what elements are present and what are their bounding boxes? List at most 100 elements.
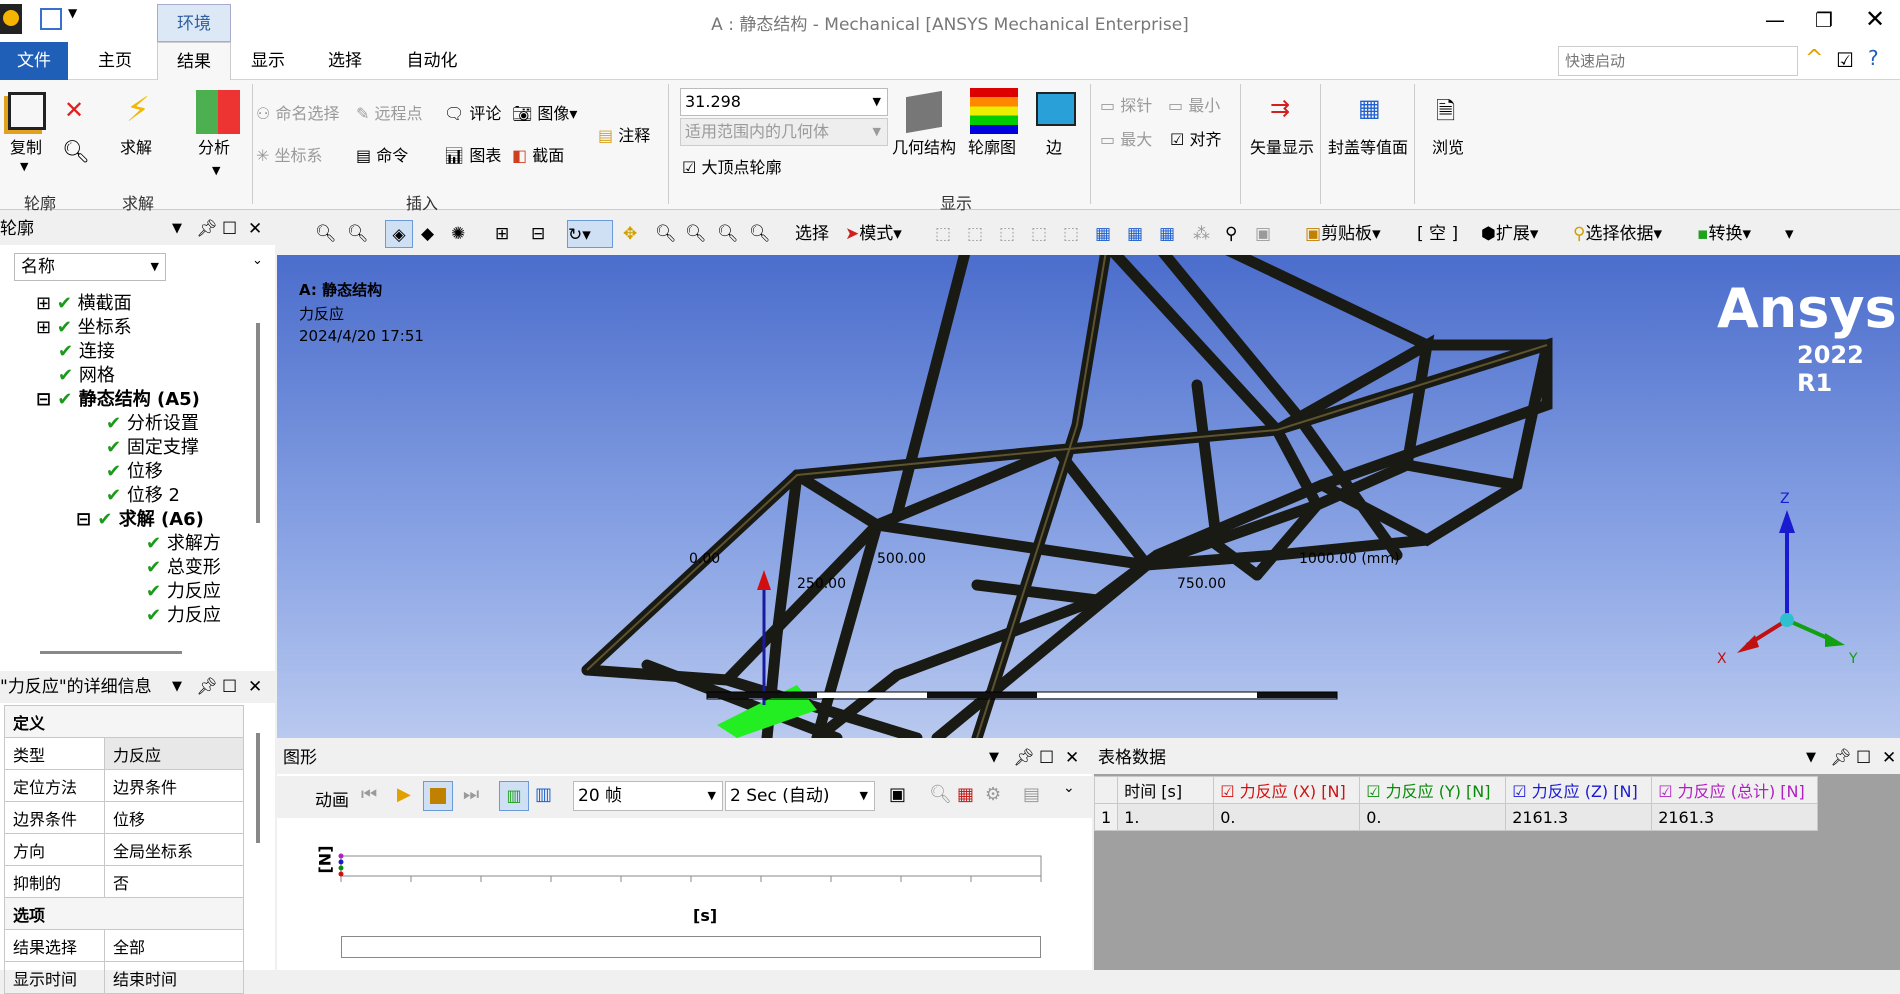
zoom-icon[interactable]: 🔍︎: [655, 220, 677, 248]
tree-item-solution-info[interactable]: ✔ 求解方: [146, 529, 246, 555]
command-button[interactable]: ▤ 命令: [356, 142, 408, 166]
quick-launch-input[interactable]: [1558, 46, 1798, 76]
element-select-icon[interactable]: ▦: [1095, 220, 1111, 248]
maximize-panel-icon[interactable]: ☐: [222, 671, 237, 703]
copy-button[interactable]: 复制: [10, 134, 42, 158]
browse-button[interactable]: 浏览: [1432, 134, 1464, 158]
capped-isosurface-button[interactable]: 封盖等值面: [1328, 134, 1408, 158]
tab-display[interactable]: 显示: [236, 42, 300, 80]
play-icon[interactable]: ▶: [397, 784, 411, 805]
align-checkbox[interactable]: ☑ 对齐: [1170, 126, 1221, 150]
color-scale-icon[interactable]: ▦: [957, 784, 974, 805]
max-vertex-contour-checkbox[interactable]: ☑ 大顶点轮廓: [682, 154, 781, 178]
named-selection-button[interactable]: ⚇ 命名选择: [256, 100, 339, 124]
result-frames-icon[interactable]: ▥: [535, 784, 552, 805]
vertex-select-icon[interactable]: ⬚: [935, 220, 951, 248]
details-value[interactable]: 否: [104, 865, 244, 898]
restore-button[interactable]: ❐: [1815, 8, 1833, 32]
scale-factor-select[interactable]: 31.298 ▼: [680, 88, 888, 116]
outline-filter-select[interactable]: 名称 ▼: [14, 253, 166, 281]
comment-button[interactable]: 🗨︎ 评论: [444, 100, 501, 124]
tree-item-cross-sections[interactable]: ⊞ ✔ 横截面: [36, 289, 132, 315]
edge-button[interactable]: 边: [1046, 134, 1062, 158]
tree-item-mesh[interactable]: ✔ 网格: [58, 361, 115, 387]
details-value[interactable]: 位移: [104, 801, 244, 834]
tree-item-total-deformation[interactable]: ✔ 总变形: [146, 553, 246, 579]
maximize-panel-icon[interactable]: ☐: [1856, 742, 1871, 774]
timeline-bar[interactable]: [341, 936, 1041, 958]
tab-automation[interactable]: 自动化: [392, 42, 472, 80]
geometry-scope-select[interactable]: 适用范围内的几何体 ▼: [680, 118, 888, 146]
stop-button[interactable]: [423, 781, 453, 811]
zoom-out-icon[interactable]: 🔍︎: [347, 220, 369, 248]
pin-icon[interactable]: 📌︎: [1830, 742, 1852, 774]
tree-item-fixed-support[interactable]: ✔ 固定支撑: [106, 433, 199, 459]
annotation-button[interactable]: ▤ 注释: [598, 122, 650, 146]
box-zoom-icon[interactable]: ⊞: [495, 220, 509, 248]
zoom-box-icon[interactable]: 🔍︎: [685, 220, 707, 248]
image-button[interactable]: 📷︎ 图像▾: [512, 100, 577, 124]
panel-menu-icon[interactable]: ▼: [172, 671, 182, 703]
details-scrollbar[interactable]: [256, 733, 260, 843]
shaded-icon[interactable]: ◆: [421, 220, 434, 248]
duration-select[interactable]: 2 Sec (自动) ▼: [725, 781, 875, 811]
select-button[interactable]: 选择: [795, 220, 829, 248]
analysis-dropdown-icon[interactable]: ▼: [212, 164, 220, 177]
table-cell[interactable]: 0.: [1213, 803, 1361, 831]
tab-select[interactable]: 选择: [310, 42, 380, 80]
tree-item-analysis-settings[interactable]: ✔ 分析设置: [106, 409, 199, 435]
details-value[interactable]: 力反应: [104, 737, 244, 770]
rotate-icon[interactable]: ↻▾: [567, 220, 613, 248]
column-header-force-x[interactable]: ☑ 力反应 (X) [N]: [1213, 776, 1361, 804]
pin-icon[interactable]: 📌︎: [196, 671, 218, 703]
remote-point-button[interactable]: ✎ 远程点: [356, 100, 423, 124]
face-select-icon[interactable]: ⬚: [999, 220, 1015, 248]
table-row[interactable]: 1 1. 0. 0. 2161.3 2161.3: [1093, 803, 1819, 831]
pin-icon[interactable]: 📌︎: [1013, 742, 1035, 774]
help-icon[interactable]: ?: [1868, 46, 1879, 70]
details-value[interactable]: 边界条件: [104, 769, 244, 802]
select-by-button[interactable]: ⚲选择依据▾: [1573, 220, 1662, 248]
body-select-icon[interactable]: ⬚: [1031, 220, 1047, 248]
solve-button[interactable]: 求解: [120, 134, 152, 158]
coord-system-button[interactable]: ✳ 坐标系: [256, 142, 323, 166]
section-button[interactable]: ◧ 截面: [512, 142, 564, 166]
panel-menu-icon[interactable]: ▼: [989, 742, 999, 774]
close-panel-icon[interactable]: ✕: [248, 671, 262, 703]
column-header-force-z[interactable]: ☑ 力反应 (Z) [N]: [1505, 776, 1653, 804]
extend-select-icon[interactable]: ⁂: [1193, 220, 1210, 248]
panel-menu-icon[interactable]: ▼: [1806, 742, 1816, 774]
frames-select[interactable]: 20 帧 ▼: [573, 781, 723, 811]
tree-item-connections[interactable]: ✔ 连接: [58, 337, 115, 363]
vector-display-icon[interactable]: ⇉: [1270, 94, 1290, 122]
capped-isosurface-icon[interactable]: ▦: [1358, 94, 1381, 122]
zoom-graph-icon[interactable]: 🔍︎: [929, 784, 952, 805]
close-button[interactable]: ✕: [1865, 5, 1885, 33]
export-video-icon[interactable]: ▣: [889, 784, 906, 805]
search-icon[interactable]: 🔍︎: [62, 140, 90, 165]
copy-icon[interactable]: [8, 92, 46, 130]
probe-button[interactable]: ▭ 探针: [1100, 92, 1152, 116]
min-button[interactable]: ▭ 最小: [1168, 92, 1220, 116]
element-face-select-icon[interactable]: ▦: [1127, 220, 1143, 248]
tree-item-force-reaction-2[interactable]: ✔ 力反应: [146, 601, 246, 627]
previous-frame-icon[interactable]: ⏮: [361, 784, 377, 805]
maximize-panel-icon[interactable]: ☐: [1039, 742, 1054, 774]
frame-model[interactable]: [277, 255, 1900, 738]
contour-icon[interactable]: [970, 88, 1018, 134]
graphics-viewport[interactable]: A: 静态结构 力反应 2024/4/20 17:51 Ansys 2022 R…: [277, 255, 1900, 738]
tree-item-static-structural[interactable]: ⊟ ✔ 静态结构 (A5): [36, 385, 200, 411]
pin-icon[interactable]: 📌︎: [196, 213, 218, 245]
tree-item-force-reaction[interactable]: ✔ 力反应: [146, 577, 246, 603]
table-cell[interactable]: 0.: [1359, 803, 1507, 831]
distributed-frames-icon[interactable]: ▥: [499, 781, 529, 811]
node-select-icon[interactable]: ⬚: [1063, 220, 1079, 248]
details-value[interactable]: 结束时间: [104, 961, 244, 994]
column-header-time[interactable]: 时间 [s]: [1117, 776, 1215, 804]
toolbar-overflow-icon[interactable]: ▾: [1785, 220, 1794, 248]
geometry-button[interactable]: 几何结构: [892, 134, 956, 158]
outline-scrollbar[interactable]: [256, 323, 260, 523]
render-icon[interactable]: ✺: [451, 220, 465, 248]
feedback-icon[interactable]: ☑: [1836, 48, 1854, 72]
analysis-button[interactable]: 分析: [198, 134, 230, 158]
